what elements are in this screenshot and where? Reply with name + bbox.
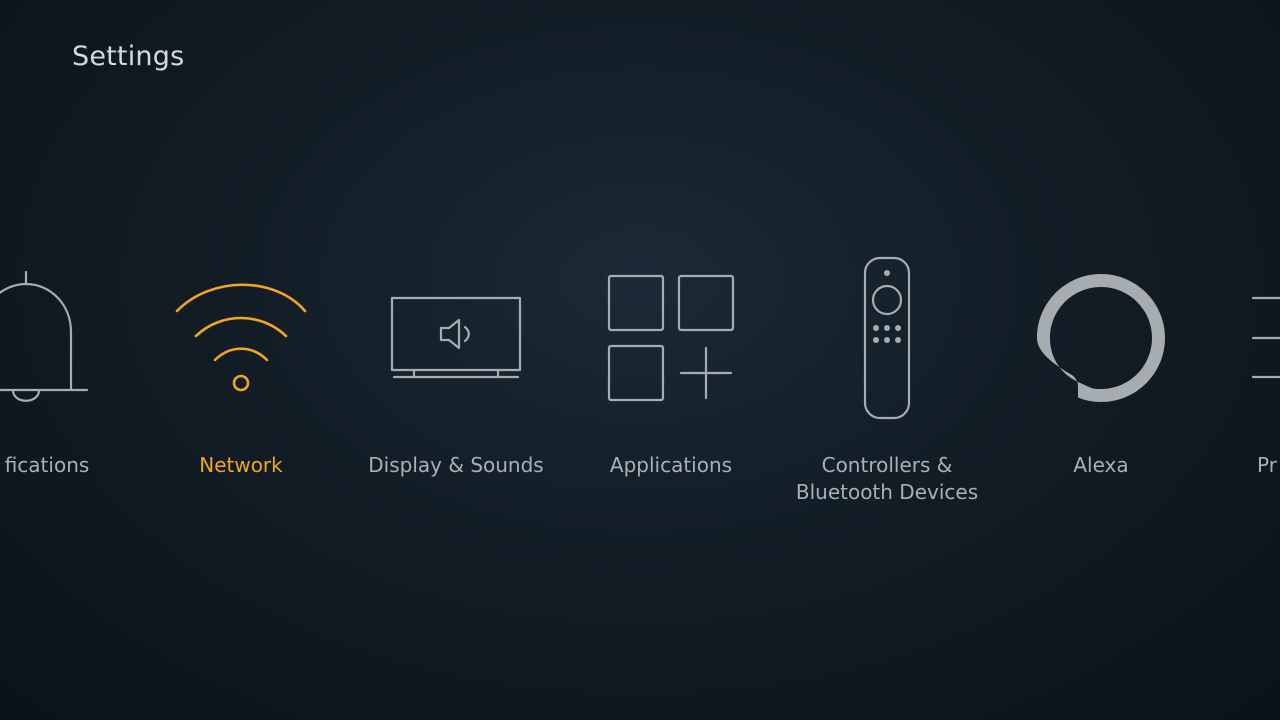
settings-tile-controllers-bluetooth[interactable]: Controllers & Bluetooth Devices [777,250,997,530]
settings-tile-applications[interactable]: Applications [561,250,781,530]
tile-label: Network [199,453,283,477]
tile-label: Alexa [1073,453,1129,477]
list-icon [1203,250,1280,430]
tile-label: Applications [609,453,733,477]
settings-tile-preferences[interactable]: Pr [1203,250,1280,530]
remote-icon [777,250,997,430]
wifi-icon [131,250,351,430]
settings-screen: Settings fications Network Display & Sou… [0,0,1280,720]
tile-label: Display & Sounds [368,453,544,477]
page-title: Settings [72,41,185,72]
tv-speaker-icon [346,250,566,430]
settings-tile-display-sounds[interactable]: Display & Sounds [346,250,566,530]
settings-tile-network[interactable]: Network [131,250,351,530]
app-grid-icon [561,250,781,430]
tile-label: Pr [1257,453,1277,477]
settings-tile-alexa[interactable]: Alexa [991,250,1211,530]
alexa-ring-icon [991,250,1211,430]
tile-label: Controllers & Bluetooth Devices [795,453,979,504]
